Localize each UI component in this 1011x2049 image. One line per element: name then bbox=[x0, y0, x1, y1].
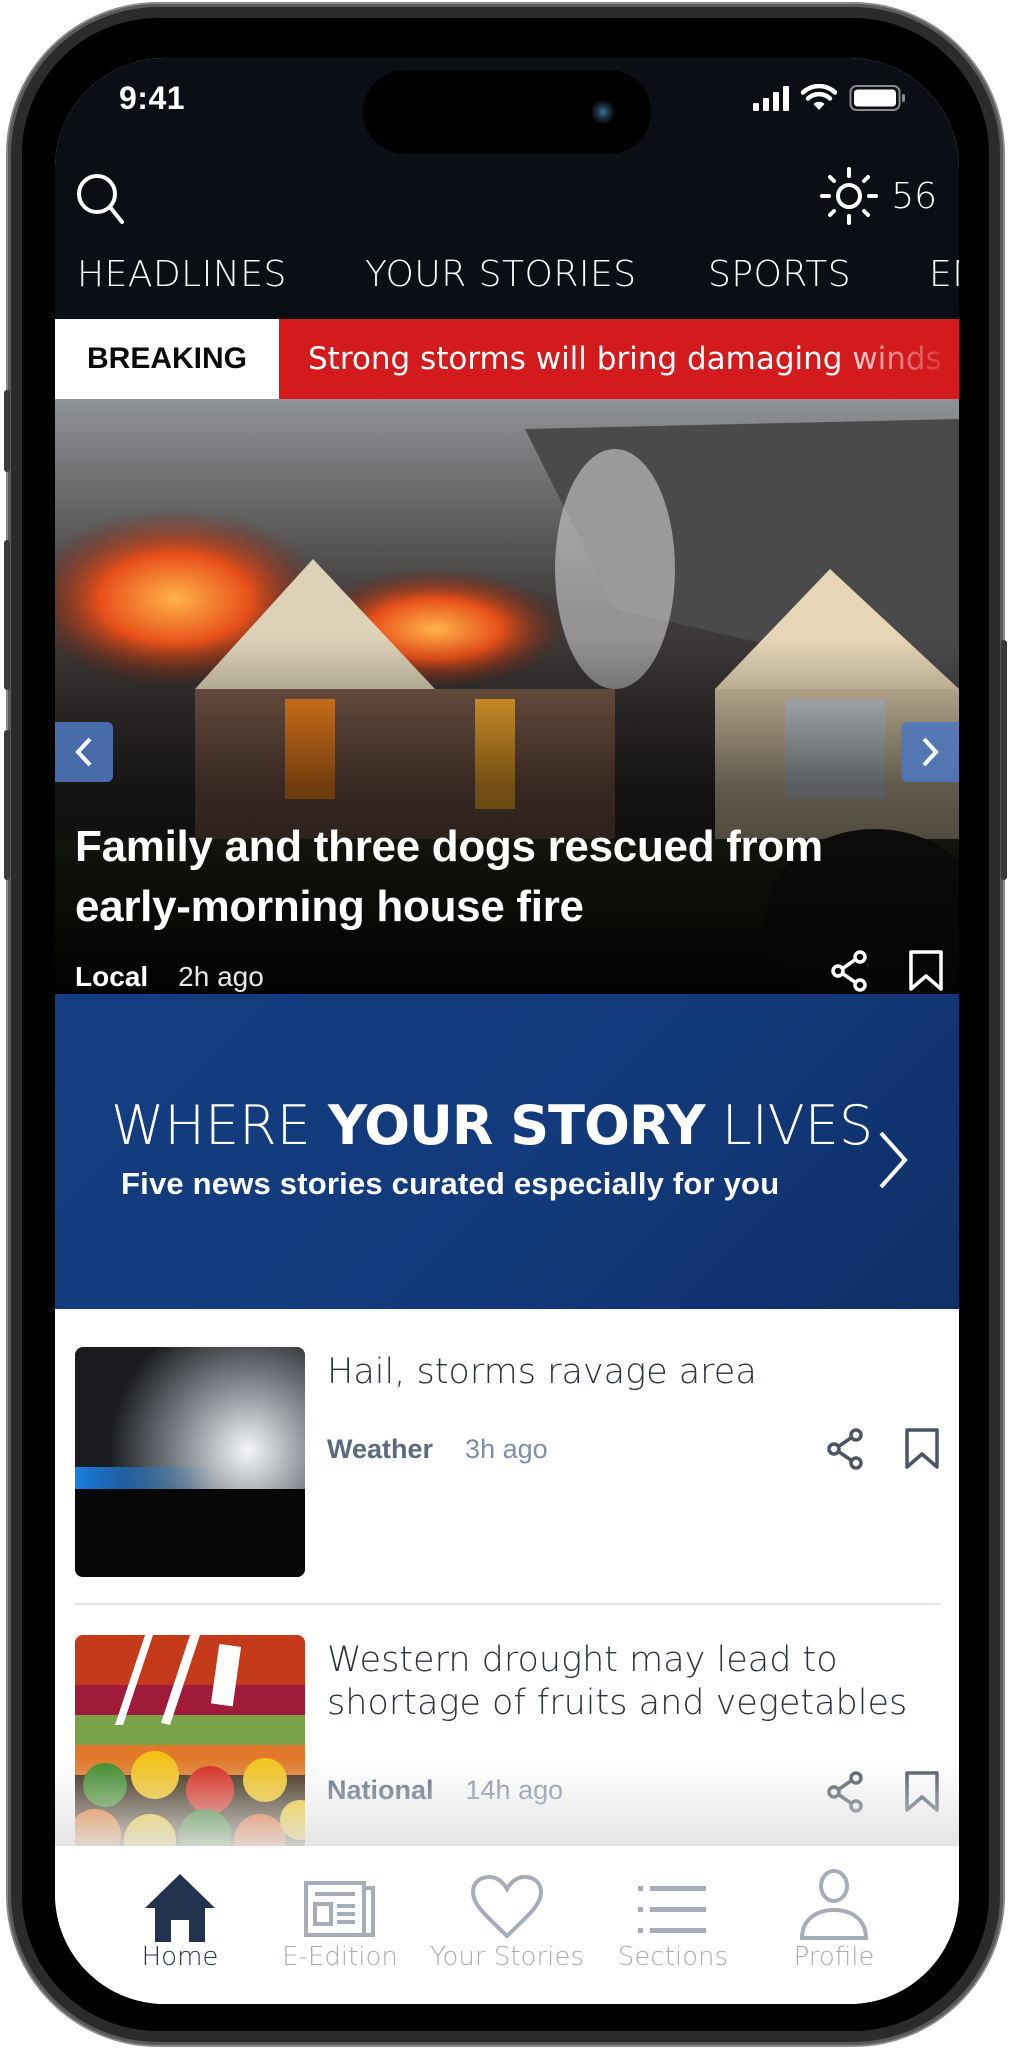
story-list-item[interactable]: Western drought may lead to shortage of … bbox=[75, 1635, 941, 1867]
story-title[interactable]: Hail, storms ravage area bbox=[327, 1351, 927, 1394]
nav-e-edition-label: E-Edition bbox=[282, 1942, 398, 1972]
story-title[interactable]: Western drought may lead to shortage of … bbox=[327, 1639, 927, 1725]
nav-profile-label: Profile bbox=[793, 1942, 875, 1972]
story-meta: Weather 3h ago bbox=[327, 1434, 548, 1465]
nav-sections[interactable]: Sections bbox=[598, 1846, 748, 1996]
story-timestamp: 14h ago bbox=[465, 1775, 564, 1805]
hero-actions bbox=[829, 949, 945, 994]
share-button[interactable] bbox=[829, 949, 869, 994]
story-actions bbox=[825, 1770, 941, 1819]
hero-title[interactable]: Family and three dogs rescued from early… bbox=[75, 817, 895, 937]
share-icon bbox=[831, 950, 867, 992]
banner-title-suffix: LIVES bbox=[704, 1094, 874, 1157]
hero-story[interactable]: Family and three dogs rescued from early… bbox=[55, 399, 959, 994]
camera-icon bbox=[591, 100, 615, 124]
dynamic-island bbox=[363, 70, 651, 154]
banner-subtitle: Five news stories curated especially for… bbox=[121, 1166, 780, 1201]
banner-title-prefix: WHERE bbox=[111, 1094, 328, 1157]
story-timestamp: 3h ago bbox=[465, 1434, 548, 1464]
tab-entertainment[interactable]: ENTERTAINMENT bbox=[929, 254, 959, 295]
bookmark-icon bbox=[905, 1771, 939, 1812]
breaking-headline[interactable]: Strong storms will bring damaging winds … bbox=[308, 319, 959, 399]
banner-title-bold: YOUR STORY bbox=[327, 1094, 706, 1157]
chevron-right-icon bbox=[922, 737, 939, 767]
hero-next-button[interactable] bbox=[901, 722, 959, 782]
nav-home[interactable]: Home bbox=[105, 1846, 255, 1996]
share-button[interactable] bbox=[825, 1427, 865, 1476]
bookmark-button[interactable] bbox=[903, 1427, 941, 1476]
tab-your-stories[interactable]: YOUR STORIES bbox=[365, 254, 637, 295]
hero-meta: Local 2h ago bbox=[75, 961, 264, 993]
tab-sports[interactable]: SPORTS bbox=[708, 254, 851, 295]
app-screen: 9:41 56 HEADLINES YOUR STORIES SPORTS E … bbox=[55, 58, 959, 2004]
nav-your-stories-label: Your Stories bbox=[430, 1942, 584, 1972]
sun-icon bbox=[820, 167, 879, 225]
story-meta: National 14h ago bbox=[327, 1775, 563, 1806]
phone-side-button bbox=[4, 730, 10, 880]
temperature: 56 bbox=[891, 175, 937, 217]
newspaper-icon bbox=[304, 1881, 375, 1937]
story-thumbnail bbox=[75, 1347, 305, 1577]
story-section-label[interactable]: National bbox=[327, 1775, 434, 1806]
app-header: 9:41 56 HEADLINES YOUR STORIES SPORTS E bbox=[55, 58, 959, 319]
hero-timestamp: 2h ago bbox=[178, 961, 264, 992]
phone-side-button bbox=[1001, 640, 1007, 880]
phone-side-button bbox=[4, 390, 10, 472]
story-section-label[interactable]: Weather bbox=[327, 1434, 433, 1465]
status-time: 9:41 bbox=[119, 80, 186, 116]
bookmark-button[interactable] bbox=[903, 1770, 941, 1819]
breaking-news-bar[interactable]: BREAKING Strong storms will bring damagi… bbox=[55, 319, 959, 399]
bookmark-button[interactable] bbox=[907, 949, 945, 994]
banner-title: WHERE YOUR STORY LIVES bbox=[111, 1094, 873, 1157]
share-icon bbox=[827, 1428, 863, 1470]
breaking-label: BREAKING bbox=[55, 319, 279, 399]
search-button[interactable] bbox=[73, 168, 133, 228]
phone-side-button bbox=[4, 540, 10, 690]
tab-headlines[interactable]: HEADLINES bbox=[77, 254, 287, 295]
share-icon bbox=[827, 1771, 863, 1813]
story-list-item[interactable]: Hail, storms ravage area Weather 3h ago bbox=[75, 1347, 941, 1579]
profile-icon bbox=[799, 1869, 869, 1940]
bottom-nav: Home E-Edition Your Stories Sections Pro… bbox=[55, 1846, 959, 2004]
status-icons bbox=[753, 84, 907, 112]
nav-e-edition[interactable]: E-Edition bbox=[265, 1846, 415, 1996]
cellular-signal-icon bbox=[753, 85, 789, 111]
divider bbox=[75, 1603, 941, 1605]
story-thumbnail bbox=[75, 1635, 305, 1865]
share-button[interactable] bbox=[825, 1770, 865, 1819]
hero-section-label[interactable]: Local bbox=[75, 961, 148, 993]
hero-prev-button[interactable] bbox=[55, 722, 113, 782]
your-stories-banner[interactable]: WHERE YOUR STORY LIVES Five news stories… bbox=[55, 994, 959, 1309]
weather-widget[interactable]: 56 bbox=[819, 166, 937, 226]
heart-icon bbox=[470, 1874, 544, 1939]
chevron-left-icon bbox=[75, 737, 92, 767]
nav-your-stories[interactable]: Your Stories bbox=[430, 1846, 584, 1996]
home-icon bbox=[145, 1874, 215, 1942]
story-actions bbox=[825, 1427, 941, 1476]
bookmark-icon bbox=[905, 1428, 939, 1469]
bookmark-icon bbox=[909, 950, 943, 991]
chevron-right-icon bbox=[879, 1131, 908, 1189]
nav-profile[interactable]: Profile bbox=[759, 1846, 909, 1996]
list-icon bbox=[638, 1886, 706, 1933]
search-icon bbox=[77, 174, 124, 224]
section-tabs: HEADLINES YOUR STORIES SPORTS ENTERTAINM… bbox=[55, 254, 959, 314]
wifi-icon bbox=[801, 84, 837, 110]
battery-icon bbox=[849, 85, 905, 111]
